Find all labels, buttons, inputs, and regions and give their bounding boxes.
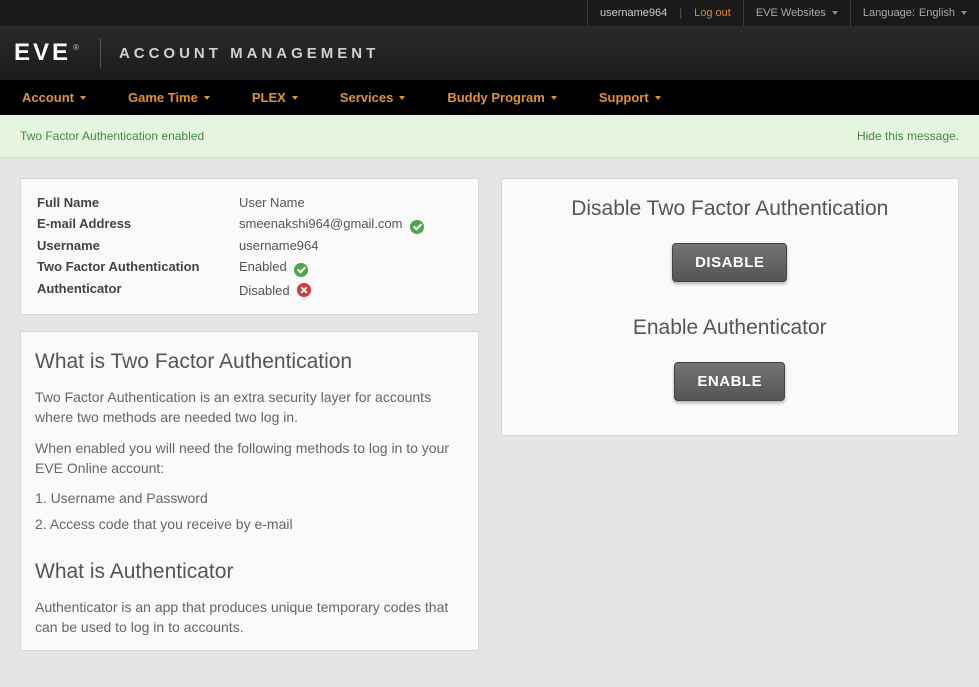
tfa-explain-p2: When enabled you will need the following…	[35, 439, 464, 478]
language-value: English	[919, 7, 955, 19]
tfa-cell: Enabled	[239, 257, 462, 277]
registered-mark: ®	[73, 43, 82, 52]
username-text: username964	[600, 7, 667, 19]
auth-cell: Disabled	[239, 279, 462, 300]
check-icon	[410, 220, 424, 234]
language-label: Language:	[863, 7, 915, 19]
topbar-eve-websites[interactable]: EVE Websites	[743, 0, 850, 26]
auth-explain-p1: Authenticator is an app that produces un…	[35, 598, 464, 637]
notification-bar: Two Factor Authentication enabled Hide t…	[0, 115, 979, 158]
chevron-down-icon	[399, 96, 405, 100]
topbar-language[interactable]: Language: English	[850, 0, 979, 26]
nav-services[interactable]: Services	[328, 90, 418, 105]
site-header: EVE ® ACCOUNT MANAGEMENT	[0, 26, 979, 80]
email-label: E-mail Address	[37, 214, 237, 234]
tfa-label: Two Factor Authentication	[37, 257, 237, 277]
enable-auth-heading: Enable Authenticator	[516, 316, 945, 340]
info-row-fullname: Full Name User Name	[37, 193, 462, 212]
disable-button[interactable]: DISABLE	[672, 243, 787, 282]
nav-label: Account	[22, 90, 74, 105]
main-nav: Account Game Time PLEX Services Buddy Pr…	[0, 80, 979, 115]
fullname-value: User Name	[239, 193, 462, 212]
right-column: Disable Two Factor Authentication DISABL…	[501, 178, 960, 452]
logo-text: EVE	[14, 39, 71, 67]
tfa-explain-heading: What is Two Factor Authentication	[35, 350, 464, 374]
notification-message: Two Factor Authentication enabled	[20, 129, 204, 143]
info-row-tfa: Two Factor Authentication Enabled	[37, 257, 462, 277]
enable-button[interactable]: ENABLE	[674, 362, 785, 401]
chevron-down-icon	[832, 11, 838, 15]
username-label: Username	[37, 236, 237, 255]
account-info-table: Full Name User Name E-mail Address smeen…	[35, 191, 464, 302]
content-area: Full Name User Name E-mail Address smeen…	[0, 158, 979, 687]
notification-hide-link[interactable]: Hide this message.	[857, 129, 959, 143]
x-icon	[297, 283, 311, 297]
chevron-down-icon	[204, 96, 210, 100]
nav-label: Support	[599, 90, 649, 105]
info-row-authenticator: Authenticator Disabled	[37, 279, 462, 300]
top-utility-bar: username964 | Log out EVE Websites Langu…	[0, 0, 979, 26]
account-info-panel: Full Name User Name E-mail Address smeen…	[20, 178, 479, 315]
disable-tfa-heading: Disable Two Factor Authentication	[516, 197, 945, 221]
nav-label: Buddy Program	[447, 90, 545, 105]
nav-label: PLEX	[252, 90, 286, 105]
chevron-down-icon	[961, 11, 967, 15]
divider: |	[677, 7, 684, 19]
left-column: Full Name User Name E-mail Address smeen…	[20, 178, 479, 667]
nav-account[interactable]: Account	[10, 90, 98, 105]
explanation-panel: What is Two Factor Authentication Two Fa…	[20, 331, 479, 651]
username-value: username964	[239, 236, 462, 255]
logo-block: EVE ® ACCOUNT MANAGEMENT	[14, 38, 379, 68]
nav-support[interactable]: Support	[587, 90, 673, 105]
chevron-down-icon	[551, 96, 557, 100]
auth-explain-heading: What is Authenticator	[35, 560, 464, 584]
auth-label: Authenticator	[37, 279, 237, 300]
email-cell: smeenakshi964@gmail.com	[239, 214, 462, 234]
nav-plex[interactable]: PLEX	[240, 90, 310, 105]
fullname-label: Full Name	[37, 193, 237, 212]
topbar-username[interactable]: username964 | Log out	[587, 0, 743, 26]
page-title: ACCOUNT MANAGEMENT	[119, 45, 379, 62]
auth-value: Disabled	[239, 283, 290, 298]
nav-label: Services	[340, 90, 394, 105]
email-value: smeenakshi964@gmail.com	[239, 216, 403, 231]
action-spacer	[516, 282, 945, 312]
info-row-email: E-mail Address smeenakshi964@gmail.com	[37, 214, 462, 234]
nav-game-time[interactable]: Game Time	[116, 90, 222, 105]
chevron-down-icon	[292, 96, 298, 100]
nav-label: Game Time	[128, 90, 198, 105]
tfa-explain-p1: Two Factor Authentication is an extra se…	[35, 388, 464, 427]
chevron-down-icon	[80, 96, 86, 100]
tfa-value: Enabled	[239, 259, 287, 274]
logo-separator	[100, 38, 101, 68]
chevron-down-icon	[655, 96, 661, 100]
logo-eve[interactable]: EVE ®	[14, 39, 82, 67]
tfa-method-1: 1. Username and Password	[35, 490, 464, 506]
action-panel: Disable Two Factor Authentication DISABL…	[501, 178, 960, 436]
info-row-username: Username username964	[37, 236, 462, 255]
tfa-method-2: 2. Access code that you receive by e-mai…	[35, 516, 464, 532]
nav-buddy-program[interactable]: Buddy Program	[435, 90, 569, 105]
eve-websites-label: EVE Websites	[756, 7, 826, 19]
check-icon	[294, 263, 308, 277]
logout-link[interactable]: Log out	[694, 7, 731, 19]
